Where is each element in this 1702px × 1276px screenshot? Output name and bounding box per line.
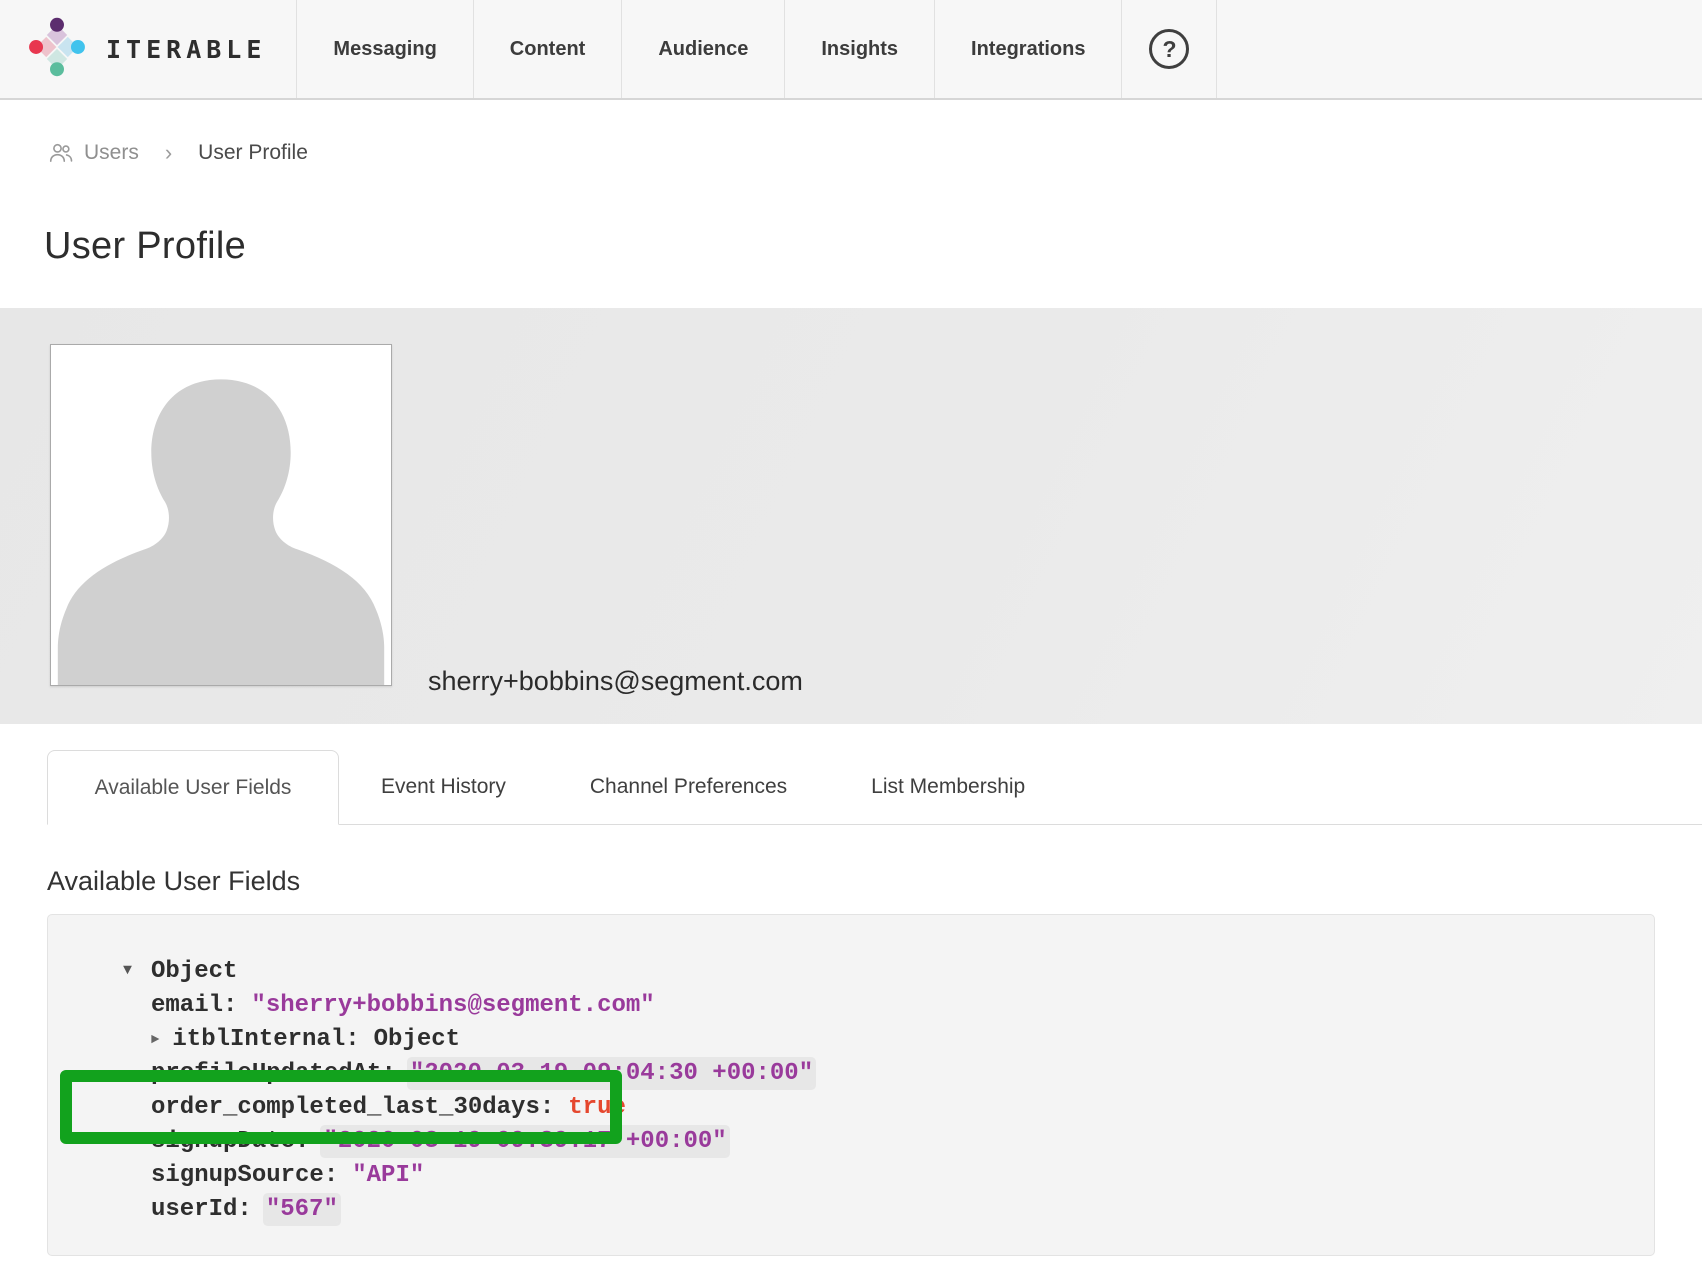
expand-arrow-icon[interactable]: ► [151,1023,159,1057]
users-icon [47,139,75,167]
field-row: profileUpdatedAt: "2020-03-19 09:04:30 +0… [151,1057,1634,1091]
user-fields-json-panel: ▼Objectemail:"sherry+bobbins@segment.com… [47,914,1655,1256]
nav-spacer [1217,0,1702,98]
tab-event-history[interactable]: Event History [339,750,548,824]
section-heading: Available User Fields [47,867,1702,895]
breadcrumb: Users › User Profile [47,138,1702,168]
person-silhouette-icon [51,359,391,685]
top-nav: ITERABLE Messaging Content Audience Insi… [0,0,1702,100]
chevron-right-icon: › [165,140,172,166]
field-value: "API" [352,1162,424,1189]
nav-item-label: Content [510,38,586,61]
page-title: User Profile [44,224,1702,268]
breadcrumb-users-link[interactable]: Users [47,139,139,167]
field-value: "2020-03-19 09:04:30 +00:00" [410,1060,813,1087]
nav-item-label: Audience [658,38,748,61]
nav-item-insights[interactable]: Insights [785,0,935,98]
field-key: userId: [151,1196,252,1223]
field-row: email: "sherry+bobbins@segment.com" [151,989,1634,1023]
field-row: signupSource: "API" [151,1159,1634,1193]
tab-label: Available User Fields [95,776,292,800]
field-key: signupDate: [151,1128,309,1155]
tab-label: Channel Preferences [590,775,787,799]
field-row: userId: "567" [151,1193,1634,1227]
nav-item-integrations[interactable]: Integrations [935,0,1122,98]
field-row: order_completed_last_30days: true [151,1091,1634,1125]
field-key: profileUpdatedAt: [151,1060,396,1087]
field-value: "sherry+bobbins@segment.com" [251,992,654,1019]
profile-tabs: Available User Fields Event History Channe… [47,750,1702,825]
root-object-label: Object [151,958,237,985]
nav-item-label: Insights [821,38,898,61]
field-key: signupSource: [151,1162,338,1189]
profile-email: sherry+bobbins@segment.com [428,666,803,697]
breadcrumb-current: User Profile [198,141,308,165]
nav-item-label: Integrations [971,38,1085,61]
brand-wordmark: ITERABLE [106,35,266,64]
field-value: Object [374,1026,460,1053]
question-circle-icon: ? [1149,29,1189,69]
nav-item-messaging[interactable]: Messaging [297,0,473,98]
tab-label: Event History [381,775,506,799]
collapse-arrow-icon[interactable]: ▼ [123,954,151,988]
tab-channel-preferences[interactable]: Channel Preferences [548,750,829,824]
field-row: signupDate: "2020-03-19 09:39:17 +00:00" [151,1125,1634,1159]
field-value: "567" [266,1196,338,1223]
avatar [50,344,392,686]
brand-home-link[interactable]: ITERABLE [0,0,297,98]
field-key: order_completed_last_30days: [151,1094,554,1121]
field-value: true [568,1094,626,1121]
field-key: email: [151,992,237,1019]
tab-label: List Membership [871,775,1025,799]
help-button[interactable]: ? [1122,0,1217,98]
field-value: "2020-03-19 09:39:17 +00:00" [323,1128,726,1155]
iterable-logo-icon [24,14,90,85]
breadcrumb-users-label: Users [84,141,139,165]
nav-item-content[interactable]: Content [474,0,623,98]
tab-list-membership[interactable]: List Membership [829,750,1067,824]
field-key: itblInternal: [172,1026,359,1053]
field-row: ► itblInternal: Object [151,1023,1634,1057]
tab-available-user-fields[interactable]: Available User Fields [47,750,339,825]
profile-summary-section: sherry+bobbins@segment.com [0,308,1702,724]
field-row: ▼Object [151,954,1634,989]
nav-item-label: Messaging [333,38,436,61]
nav-item-audience[interactable]: Audience [622,0,785,98]
